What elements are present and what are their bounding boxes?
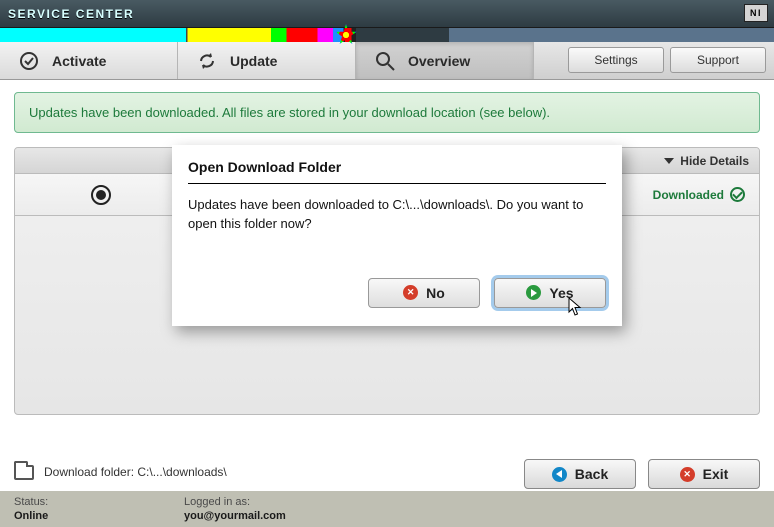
radio-selected-icon[interactable] xyxy=(91,185,111,205)
hide-details-label: Hide Details xyxy=(680,154,749,168)
tab-activate-label: Activate xyxy=(52,53,106,69)
back-button[interactable]: Back xyxy=(524,459,636,489)
dialog-yes-label: Yes xyxy=(549,285,573,301)
tab-overview-label: Overview xyxy=(408,53,470,69)
brand-logo: NI xyxy=(744,4,768,22)
settings-button[interactable]: Settings xyxy=(568,47,664,73)
search-icon xyxy=(374,50,396,72)
dialog-title: Open Download Folder xyxy=(188,159,606,184)
hide-details-toggle[interactable]: Hide Details xyxy=(664,154,749,168)
header-right-buttons: Settings Support xyxy=(560,42,774,79)
nav-buttons: Back Exit xyxy=(524,459,760,489)
status-label: Status: xyxy=(14,496,184,508)
success-banner: Updates have been downloaded. All files … xyxy=(14,92,760,133)
dialog-body: Updates have been downloaded to C:\...\d… xyxy=(188,196,606,234)
dialog-no-label: No xyxy=(426,285,445,301)
back-label: Back xyxy=(575,466,608,482)
title-bar: SERVICE CENTER NI xyxy=(0,0,774,28)
open-download-folder-dialog: Open Download Folder Updates have been d… xyxy=(172,145,622,326)
downloaded-status: Downloaded xyxy=(653,187,745,202)
exit-button[interactable]: Exit xyxy=(648,459,760,489)
download-folder-path: Download folder: C:\...\downloads\ xyxy=(44,465,227,479)
dialog-yes-button[interactable]: Yes xyxy=(494,278,606,308)
folder-icon xyxy=(14,465,34,480)
arrow-left-icon xyxy=(552,467,567,482)
tab-update-label: Update xyxy=(230,53,277,69)
exit-label: Exit xyxy=(703,466,729,482)
logged-in-value: you@yourmail.com xyxy=(184,510,354,522)
tab-bar: Activate Update Overview Settings Suppor… xyxy=(0,42,774,80)
status-bar: Status: Online Logged in as: you@yourmai… xyxy=(0,491,774,527)
checkmark-circle-icon xyxy=(730,187,745,202)
close-icon xyxy=(680,467,695,482)
tab-overview[interactable]: Overview xyxy=(356,42,534,79)
close-icon xyxy=(403,285,418,300)
tab-activate[interactable]: Activate xyxy=(0,42,178,79)
glitch-strip xyxy=(0,28,774,42)
dialog-no-button[interactable]: No xyxy=(368,278,480,308)
play-icon xyxy=(526,285,541,300)
status-value: Online xyxy=(14,510,184,522)
support-button[interactable]: Support xyxy=(670,47,766,73)
logged-in-label: Logged in as: xyxy=(184,496,354,508)
refresh-icon xyxy=(196,50,218,72)
downloaded-label: Downloaded xyxy=(653,188,724,202)
app-title: SERVICE CENTER xyxy=(8,7,134,21)
check-badge-icon xyxy=(18,50,40,72)
tab-update[interactable]: Update xyxy=(178,42,356,79)
chevron-down-icon xyxy=(664,158,674,164)
